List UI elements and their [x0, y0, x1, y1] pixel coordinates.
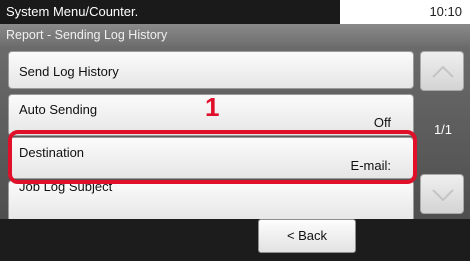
list-item-label: Send Log History	[19, 64, 119, 79]
list-item-destination[interactable]: Destination E-mail:	[8, 137, 414, 179]
chevron-up-icon	[432, 65, 454, 78]
list-item-value: Off	[373, 115, 391, 130]
screen-subtitle: Report - Sending Log History	[0, 24, 470, 46]
footer-bar: < Back	[0, 219, 470, 261]
list-item-label: Auto Sending	[19, 102, 98, 117]
list-item-value: E-mail:	[350, 158, 391, 173]
scroll-down-button[interactable]	[420, 174, 464, 214]
list-item-send-log-history[interactable]: Send Log History	[8, 51, 414, 89]
scroll-up-button[interactable]	[420, 51, 464, 91]
clock: 10:10	[429, 4, 462, 19]
list-item-job-log-subject[interactable]: Job Log Subject	[8, 179, 414, 219]
settings-list: Send Log History Auto Sending Off Destin…	[8, 46, 416, 219]
step-number: 1	[205, 92, 220, 122]
scroll-column: 1/1	[416, 46, 470, 219]
list-item-label: Job Log Subject	[19, 179, 113, 194]
screen-title: System Menu/Counter.	[0, 0, 340, 24]
chevron-down-icon	[432, 189, 454, 202]
title-bar: System Menu/Counter. 10:10	[0, 0, 470, 24]
list-item-label: Destination	[19, 145, 85, 160]
back-button[interactable]: < Back	[258, 219, 356, 253]
page-indicator: 1/1	[433, 122, 453, 137]
